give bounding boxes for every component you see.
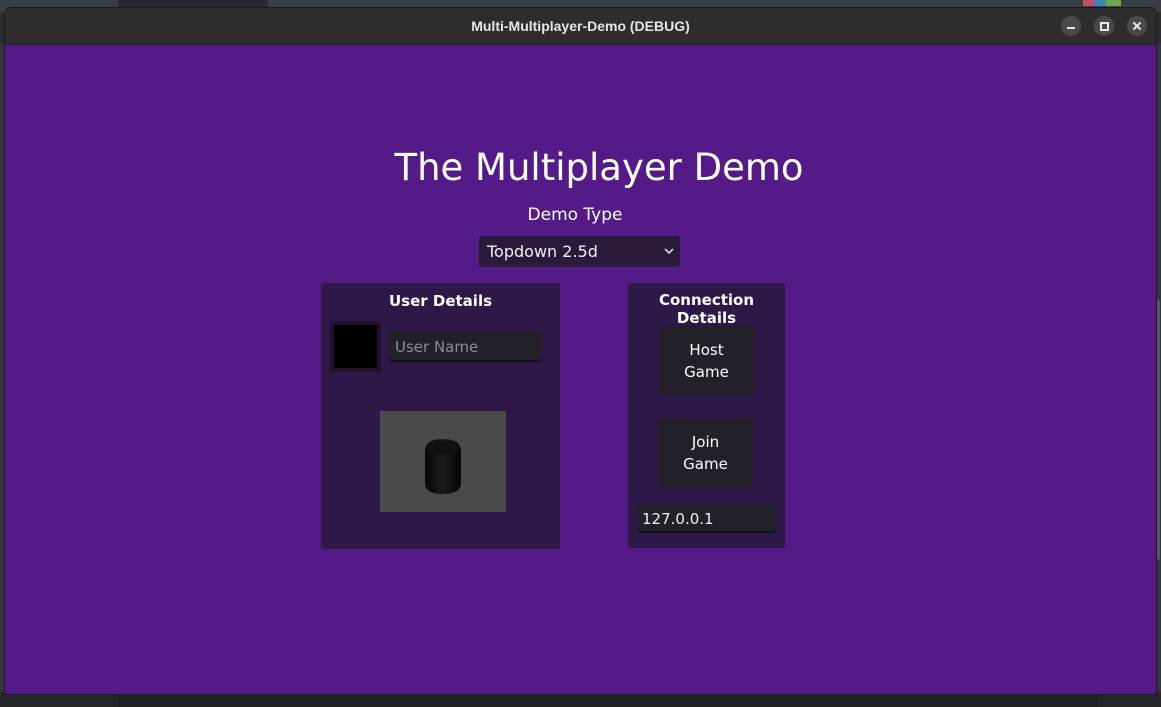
username-input[interactable] bbox=[389, 331, 542, 362]
player-color-picker[interactable] bbox=[330, 321, 381, 372]
user-details-panel: User Details bbox=[321, 283, 560, 549]
background-scrollbar bbox=[1156, 300, 1160, 560]
chevron-down-icon bbox=[664, 248, 674, 255]
background-bottom-bar bbox=[118, 694, 1098, 707]
connection-details-title: Connection Details bbox=[658, 291, 755, 327]
demo-type-label: Demo Type bbox=[527, 205, 623, 225]
join-game-button[interactable]: Join Game bbox=[658, 418, 753, 487]
game-window: Multi-Multiplayer-Demo (DEBUG) The Multi… bbox=[5, 8, 1156, 694]
player-color-swatch bbox=[334, 325, 377, 368]
user-details-title: User Details bbox=[388, 292, 493, 310]
player-preview bbox=[380, 411, 506, 512]
demo-type-dropdown[interactable]: Topdown 2.5d bbox=[479, 236, 680, 267]
window-titlebar[interactable]: Multi-Multiplayer-Demo (DEBUG) bbox=[5, 8, 1156, 45]
page-title: The Multiplayer Demo bbox=[394, 146, 804, 189]
connection-details-panel: Connection Details Host Game Join Game bbox=[628, 283, 785, 548]
background-accent-strip bbox=[1083, 0, 1121, 6]
close-icon[interactable] bbox=[1127, 16, 1147, 36]
host-game-button[interactable]: Host Game bbox=[659, 326, 754, 395]
minimize-icon[interactable] bbox=[1061, 16, 1081, 36]
maximize-icon[interactable] bbox=[1094, 16, 1114, 36]
demo-type-selected: Topdown 2.5d bbox=[487, 242, 598, 261]
window-title: Multi-Multiplayer-Demo (DEBUG) bbox=[471, 18, 690, 34]
ip-address-input[interactable] bbox=[638, 504, 776, 533]
player-capsule-icon bbox=[425, 439, 461, 494]
